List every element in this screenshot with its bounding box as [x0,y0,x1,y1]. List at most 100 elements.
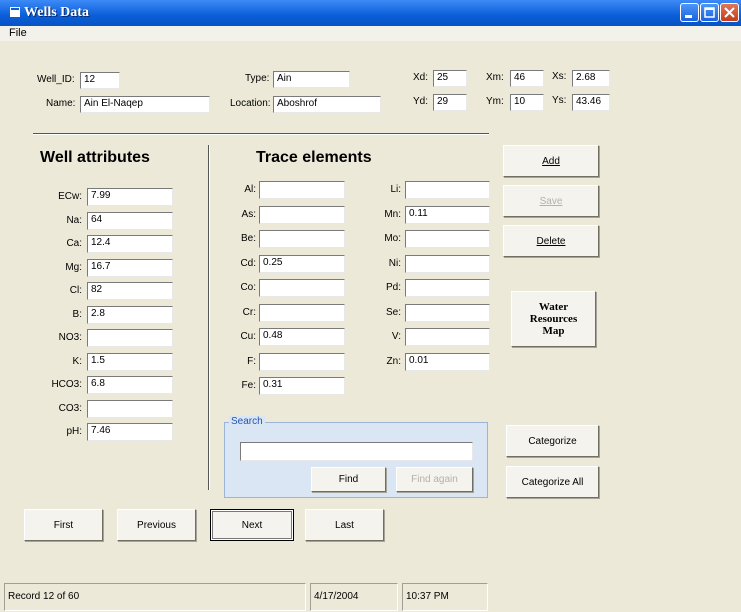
cu-field[interactable]: 0.48 [259,328,345,346]
mg-label: Mg: [65,261,82,273]
window-title: Wells Data [24,5,89,20]
minimize-icon [685,15,692,18]
hco3-field[interactable]: 6.8 [87,376,173,394]
zn-label: Zn: [386,355,401,367]
k-field[interactable]: 1.5 [87,352,173,371]
be-field[interactable] [259,230,345,248]
xm-label: Xm: [486,72,504,83]
close-icon [724,7,735,18]
find-again-button[interactable]: Find again [396,467,473,492]
na-label: Na: [66,214,82,226]
ni-label: Ni: [388,257,401,269]
close-button[interactable] [720,3,739,22]
search-input[interactable] [240,442,473,461]
al-field[interactable] [259,181,345,199]
categorize-all-button[interactable]: Categorize All [506,466,599,498]
previous-button[interactable]: Previous [117,509,196,541]
ecw-label: ECw: [58,191,82,202]
location-field[interactable]: Aboshrof [273,96,381,113]
cr-label: Cr: [242,306,256,318]
name-field[interactable]: Ain El-Naqep [80,96,210,113]
column-divider [208,145,210,490]
type-label: Type: [245,73,270,84]
search-legend: Search [229,416,265,427]
fe-field[interactable]: 0.31 [259,377,345,395]
save-button[interactable]: Save [503,185,599,217]
cl-label: Cl: [69,285,82,296]
maximize-button[interactable] [700,3,719,22]
well-attributes-heading: Well attributes [40,149,150,166]
co3-label: CO3: [58,402,82,414]
map-button-line1: Water [538,301,569,313]
na-field[interactable]: 64 [87,211,173,230]
delete-label: Delete [536,235,566,247]
xd-label: Xd: [413,72,429,83]
co3-field[interactable] [87,399,173,418]
yd-field[interactable]: 29 [433,94,467,111]
add-button[interactable]: Add [503,145,599,177]
f-label: F: [247,355,256,367]
li-field[interactable] [405,181,490,199]
no3-label: NO3: [58,332,82,343]
k-label: K: [72,355,82,367]
be-label: Be: [240,233,256,244]
li-label: Li: [390,184,401,195]
maximize-icon [704,7,715,18]
ym-label: Ym: [486,96,504,107]
trace-elements-heading: Trace elements [256,149,372,166]
mg-field[interactable]: 16.7 [87,258,173,277]
v-field[interactable] [405,328,490,346]
cl-field[interactable]: 82 [87,282,173,300]
hco3-label: HCO3: [51,379,82,390]
status-time: 10:37 PM [402,583,488,611]
ym-field[interactable]: 10 [510,94,544,111]
menu-file[interactable]: File [9,27,27,39]
first-button[interactable]: First [24,509,103,541]
ca-label: Ca: [66,238,82,249]
mn-field[interactable]: 0.11 [405,205,490,224]
as-label: As: [241,208,256,220]
minimize-button[interactable] [680,3,699,22]
delete-button[interactable]: Delete [503,225,599,257]
f-field[interactable] [259,352,345,371]
xm-field[interactable]: 46 [510,70,544,87]
ph-field[interactable]: 7.46 [87,423,173,441]
ecw-field[interactable]: 7.99 [87,188,173,206]
cr-field[interactable] [259,303,345,322]
se-field[interactable] [405,303,490,322]
b-field[interactable]: 2.8 [87,305,173,324]
well-id-field[interactable]: 12 [80,72,120,89]
ca-field[interactable]: 12.4 [87,235,173,253]
title-bar[interactable]: Wells Data [0,0,741,26]
name-label: Name: [46,98,76,109]
xs-label: Xs: [552,71,567,82]
pd-field[interactable] [405,279,490,297]
well-id-label: Well_ID: [37,74,75,85]
pd-label: Pd: [385,282,401,293]
as-field[interactable] [259,205,345,224]
al-label: Al: [244,184,256,195]
type-field[interactable]: Ain [273,71,350,88]
water-resources-map-button[interactable]: Water Resources Map [511,291,596,347]
next-button[interactable]: Next [210,509,294,541]
xs-field[interactable]: 2.68 [572,70,610,87]
cd-field[interactable]: 0.25 [259,254,345,273]
cu-label: Cu: [240,331,256,342]
mo-field[interactable] [405,230,490,248]
ys-field[interactable]: 43.46 [572,94,610,111]
categorize-button[interactable]: Categorize [506,425,599,457]
status-record: Record 12 of 60 [4,583,306,611]
save-label: Save [539,195,563,207]
last-button[interactable]: Last [305,509,384,541]
map-button-line3: Map [542,325,565,337]
xd-field[interactable]: 25 [433,70,467,87]
status-date: 4/17/2004 [310,583,398,611]
app-icon [10,7,20,17]
ni-field[interactable] [405,254,490,273]
find-button[interactable]: Find [311,467,386,492]
no3-field[interactable] [87,329,173,347]
yd-label: Yd: [413,96,429,107]
zn-field[interactable]: 0.01 [405,352,490,371]
se-label: Se: [385,306,401,318]
co-field[interactable] [259,279,345,297]
